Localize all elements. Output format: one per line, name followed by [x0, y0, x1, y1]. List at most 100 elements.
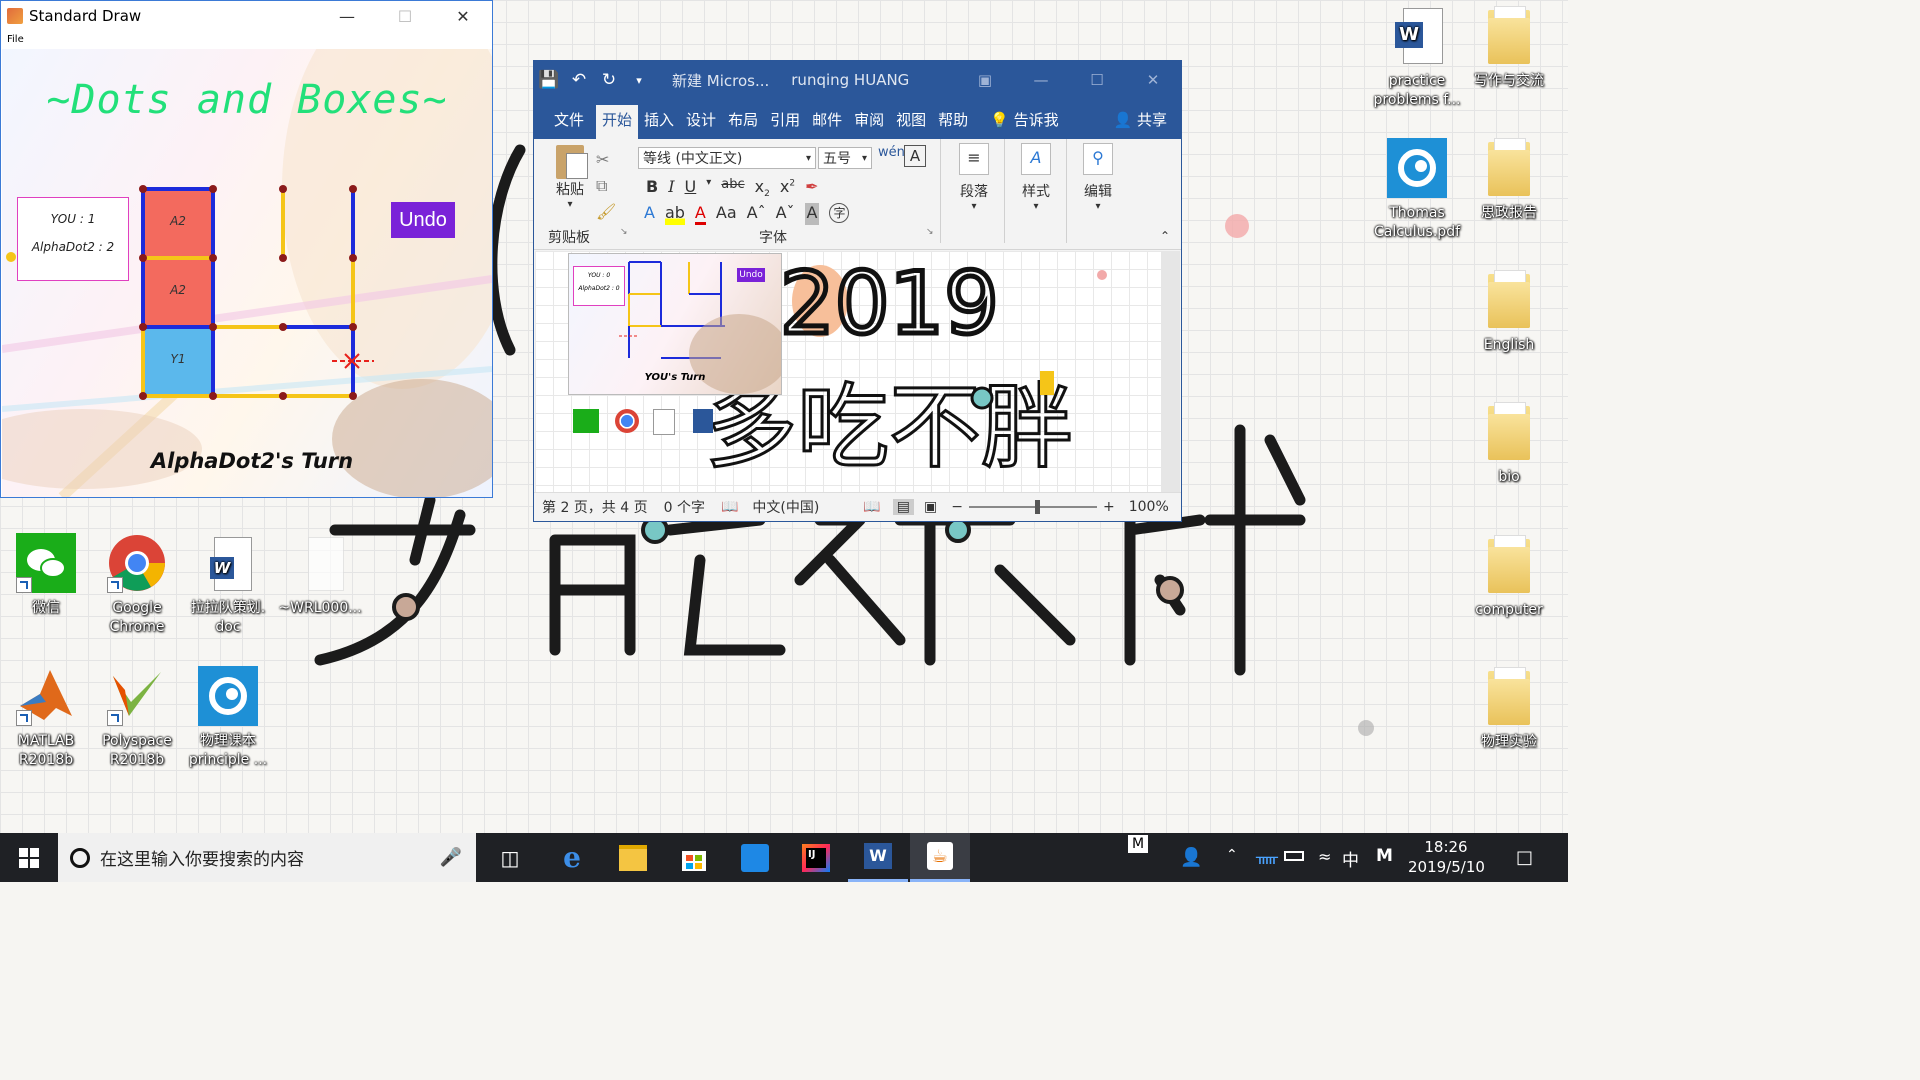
taskbar-file-explorer[interactable] — [603, 833, 663, 882]
tab-layout[interactable]: 布局 — [722, 105, 764, 139]
subscript-icon[interactable]: x2 — [755, 177, 770, 199]
desktop-icon-doc-file[interactable]: W 拉拉队策划. doc — [184, 533, 272, 637]
read-mode-icon[interactable]: 📖 — [863, 499, 880, 515]
language[interactable]: 中文(中国) — [752, 497, 819, 517]
taskbar-edge[interactable]: e — [542, 833, 602, 882]
styles-button[interactable]: A 样式 ▾ — [1014, 143, 1058, 212]
page-count[interactable]: 第 2 页，共 4 页 — [542, 497, 648, 517]
font-color-icon[interactable]: A — [694, 203, 706, 225]
desktop-icon-matlab[interactable]: MATLAB R2018b — [2, 666, 90, 770]
character-border-icon[interactable]: A — [904, 145, 926, 167]
wifi-icon[interactable]: ≈ — [1318, 847, 1331, 866]
zoom-out-icon[interactable]: − — [951, 499, 963, 515]
window-titlebar[interactable]: Standard Draw — ☐ ✕ — [1, 1, 492, 31]
task-view-button[interactable]: ◫ — [480, 833, 540, 882]
clipboard-launcher-icon[interactable]: ↘ — [620, 227, 628, 237]
start-button[interactable] — [0, 833, 58, 882]
copy-icon[interactable]: ⧉ — [596, 173, 616, 199]
desktop-icon-folder-writing[interactable]: 写作与交流 — [1465, 6, 1553, 91]
close-button[interactable]: ✕ — [1125, 71, 1181, 89]
editing-button[interactable]: ⚲ 编辑 ▾ — [1076, 143, 1120, 212]
desktop-icon-temp-file[interactable]: ~WRL000... — [276, 533, 364, 618]
tab-home[interactable]: 开始 — [596, 105, 639, 139]
taskbar-store[interactable] — [664, 833, 724, 882]
taskbar-intellij[interactable]: IJ — [786, 833, 846, 882]
desktop-icon-folder-politics[interactable]: 思政报告 — [1465, 138, 1553, 223]
zoom-slider-thumb[interactable] — [1035, 500, 1040, 514]
desktop-icon-polyspace[interactable]: Polyspace R2018b — [93, 666, 181, 770]
zoom-slider[interactable] — [969, 500, 1097, 514]
minimize-button[interactable]: — — [318, 1, 376, 31]
tell-me-search[interactable]: 💡 告诉我 — [984, 105, 1064, 139]
desktop-icon-physics-pdf[interactable]: 物理课本 principle ... — [184, 666, 272, 770]
format-painter-icon[interactable]: 🖌 — [596, 199, 616, 225]
print-layout-icon[interactable]: ▤ — [892, 499, 915, 515]
ribbon-display-button[interactable]: ▣ — [957, 71, 1013, 89]
taskbar-word[interactable]: W — [848, 833, 908, 882]
embedded-screenshot[interactable]: YOU : 0 AlphaDot2 : 0 Undo YOU's Turn — [568, 253, 782, 395]
desktop-icon-folder-physics-lab[interactable]: 物理实验 — [1465, 667, 1553, 752]
battery-icon[interactable] — [1284, 851, 1304, 861]
cut-icon[interactable]: ✂ — [596, 147, 616, 173]
font-launcher-icon[interactable]: ↘ — [926, 227, 934, 237]
paste-button[interactable]: 粘贴 ▾ — [548, 145, 592, 210]
document-page[interactable]: 2019 多吃不胖 YOU : 0 AlphaDot2 : 0 Undo YOU… — [535, 251, 1161, 494]
bluetooth-icon[interactable]: ᚅ — [1256, 847, 1278, 866]
undo-icon[interactable]: ↶ — [564, 70, 594, 90]
taskbar-qq[interactable] — [725, 833, 785, 882]
word-titlebar[interactable]: 💾 ↶ ↻ ▾ 新建 Micros... runqing HUANG ▣ — ☐… — [534, 61, 1181, 99]
font-name-select[interactable]: 等线 (中文正文) ▾ — [638, 147, 816, 169]
ime-language[interactable]: 中 — [1342, 846, 1359, 871]
taskbar-search[interactable]: 在这里输入你要搜索的内容 🎤 — [58, 833, 476, 882]
zoom-in-icon[interactable]: + — [1103, 499, 1115, 515]
strikethrough-icon[interactable]: abc — [721, 177, 744, 199]
quick-access-dropdown-icon[interactable]: ▾ — [624, 74, 654, 87]
shrink-font-icon[interactable]: Aˇ — [776, 203, 795, 225]
people-icon[interactable]: 👤 — [1180, 847, 1202, 868]
ime-mode-icon[interactable]: M — [1128, 835, 1148, 853]
clock[interactable]: 18:26 2019/5/10 — [1408, 837, 1485, 877]
ime-mode-icon[interactable]: M — [1376, 846, 1393, 866]
enclose-characters-icon[interactable]: 字 — [829, 203, 850, 223]
show-hidden-icons[interactable]: ⌃ — [1226, 847, 1238, 863]
action-center-icon[interactable]: □ — [1516, 847, 1533, 868]
grow-font-icon[interactable]: Aˆ — [747, 203, 766, 225]
italic-icon[interactable]: I — [668, 177, 674, 199]
tab-help[interactable]: 帮助 — [932, 105, 974, 139]
superscript-icon[interactable]: x2 — [780, 177, 795, 199]
highlight-icon[interactable]: ab — [664, 203, 685, 225]
desktop-icon-folder-computer[interactable]: computer — [1465, 535, 1553, 620]
redo-icon[interactable]: ↻ — [594, 70, 624, 90]
change-case-icon[interactable]: Aa — [716, 203, 737, 225]
undo-button[interactable]: Undo — [391, 202, 455, 238]
tab-mailings[interactable]: 邮件 — [806, 105, 848, 139]
account-name[interactable]: runqing HUANG — [791, 71, 909, 89]
collapse-ribbon-icon[interactable]: ⌃ — [1160, 229, 1170, 243]
phonetic-guide-icon[interactable]: wén — [878, 145, 905, 160]
web-layout-icon[interactable]: ▣ — [924, 499, 937, 515]
tab-file[interactable]: 文件 — [548, 105, 590, 139]
tab-insert[interactable]: 插入 — [638, 105, 680, 139]
paragraph-button[interactable]: ≡ 段落 ▾ — [952, 143, 996, 212]
desktop-icon-thomas-calculus[interactable]: Thomas Calculus.pdf — [1373, 138, 1461, 242]
proofing-icon[interactable]: 📖 — [721, 499, 738, 515]
menu-file[interactable]: File — [7, 34, 24, 45]
desktop-icon-folder-english[interactable]: English — [1465, 270, 1553, 355]
clear-formatting-icon[interactable]: ✒ — [805, 177, 818, 199]
desktop-icon-folder-bio[interactable]: bio — [1465, 402, 1553, 487]
desktop-icon-chrome[interactable]: Google Chrome — [93, 533, 181, 637]
document-area[interactable]: 2019 多吃不胖 YOU : 0 AlphaDot2 : 0 Undo YOU… — [535, 251, 1180, 494]
word-count[interactable]: 0 个字 — [664, 497, 705, 517]
microphone-icon[interactable]: 🎤 — [440, 847, 462, 868]
tab-view[interactable]: 视图 — [890, 105, 932, 139]
font-size-select[interactable]: 五号 ▾ — [818, 147, 872, 169]
desktop-icon-practice-problems[interactable]: W practice problems f... — [1373, 6, 1461, 110]
minimize-button[interactable]: — — [1013, 71, 1069, 89]
share-button[interactable]: 👤 共享 — [1108, 105, 1173, 139]
tab-review[interactable]: 审阅 — [848, 105, 890, 139]
tab-design[interactable]: 设计 — [680, 105, 722, 139]
save-icon[interactable]: 💾 — [534, 70, 564, 90]
maximize-button[interactable]: ☐ — [1069, 71, 1125, 89]
tab-references[interactable]: 引用 — [764, 105, 806, 139]
underline-icon[interactable]: U — [685, 177, 697, 199]
